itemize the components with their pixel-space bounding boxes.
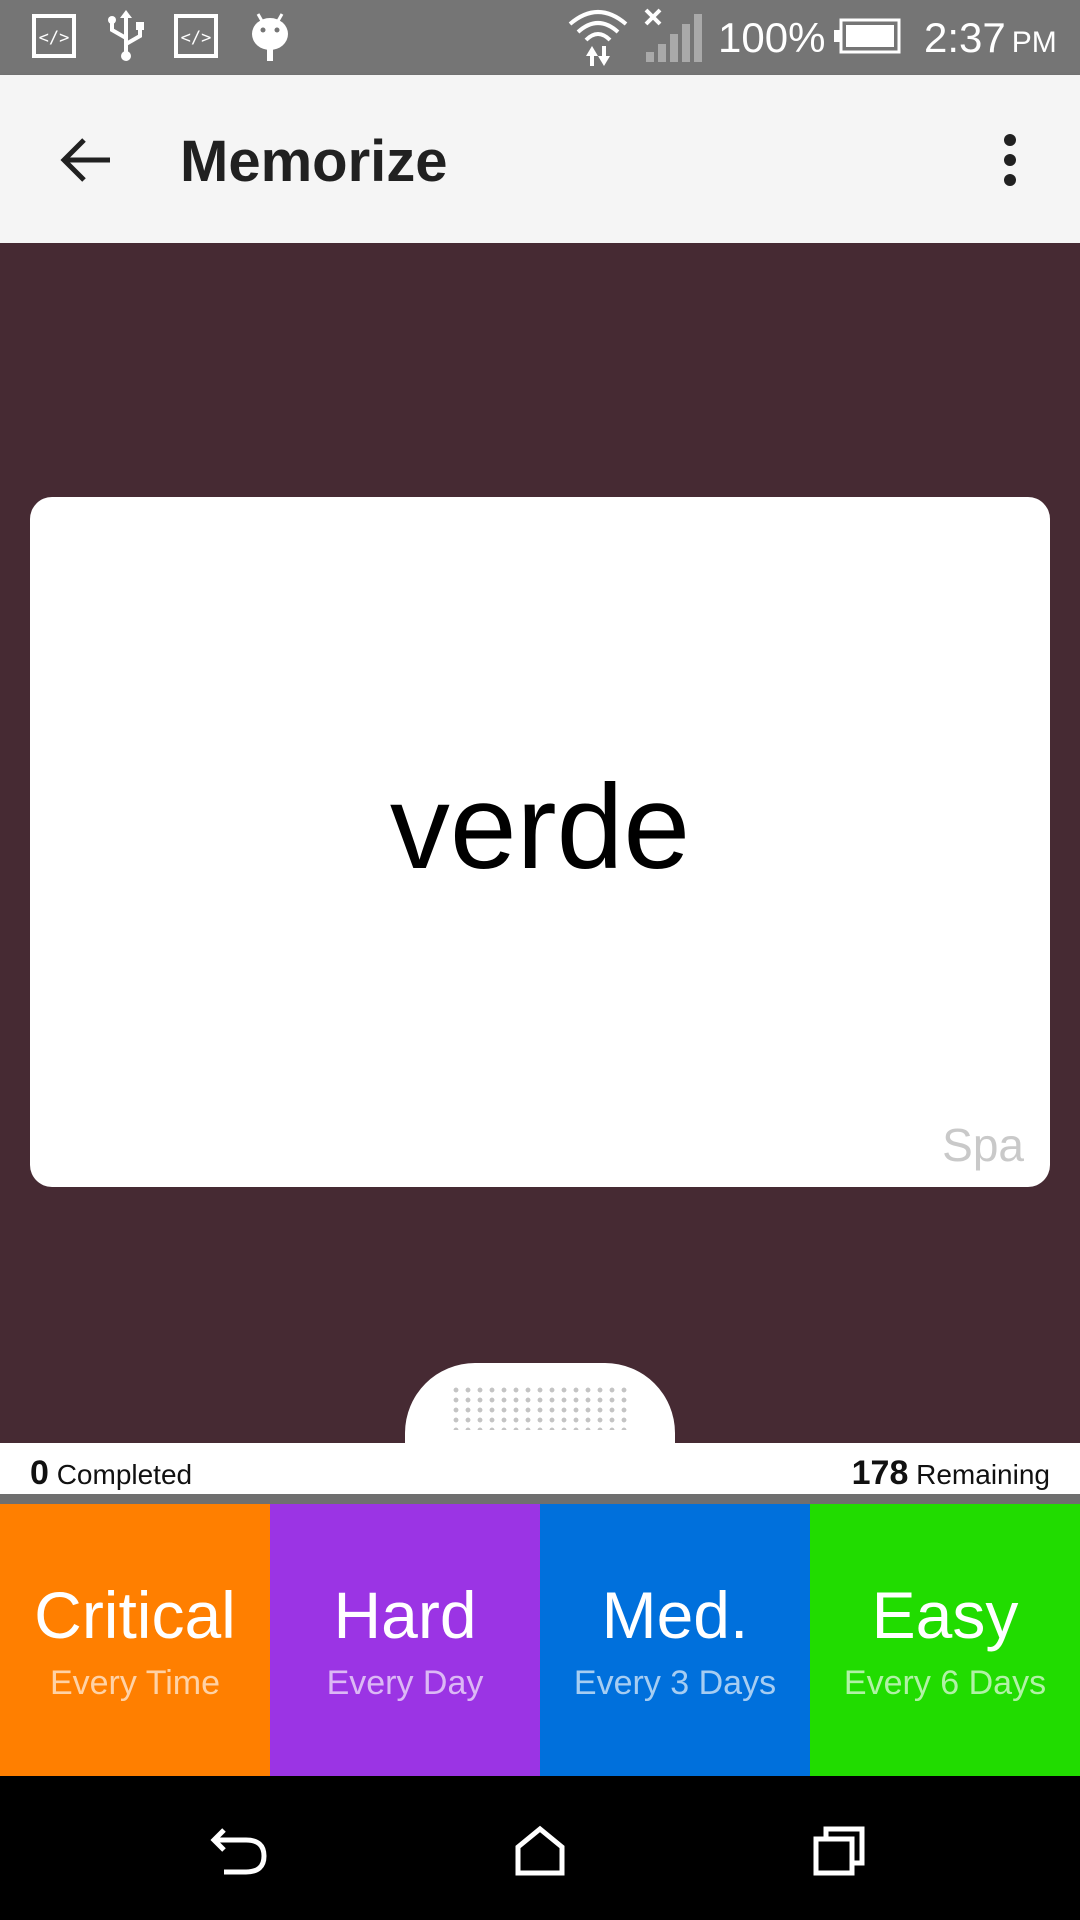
critical-label: Critical [34, 1578, 236, 1652]
completed-number: 0 [30, 1454, 49, 1492]
hard-frequency: Every Day [326, 1664, 484, 1702]
svg-text:</>: </> [39, 28, 70, 48]
medium-frequency: Every 3 Days [573, 1664, 777, 1702]
recents-icon [813, 1826, 865, 1876]
critical-button[interactable]: Critical Every Time [0, 1504, 270, 1776]
status-bar: </> </> 100% 2:37 PM [0, 0, 1080, 75]
hard-button[interactable]: Hard Every Day [270, 1504, 540, 1776]
hard-label: Hard [333, 1578, 477, 1652]
rating-buttons: Critical Every Time Hard Every Day Med. … [0, 1504, 1080, 1776]
more-options-button[interactable] [980, 125, 1040, 195]
grip-dots-icon [450, 1385, 630, 1430]
easy-label: Easy [871, 1578, 1019, 1652]
completed-label: Completed [48, 1459, 193, 1490]
flashcard-word: verde [389, 760, 691, 894]
battery-percent: 100% [718, 14, 826, 61]
easy-frequency: Every 6 Days [843, 1664, 1047, 1702]
more-vert-icon [1004, 134, 1016, 186]
arrow-left-icon [60, 138, 110, 182]
nav-home-button[interactable] [505, 1816, 575, 1886]
remaining-count: 178 Remaining [852, 1455, 1050, 1493]
code-icon: </> [30, 10, 78, 62]
medium-label: Med. [601, 1578, 749, 1652]
battery-icon [832, 10, 902, 62]
critical-frequency: Every Time [49, 1664, 221, 1702]
home-icon [515, 1825, 565, 1876]
svg-text:</>: </> [181, 28, 212, 48]
nav-recents-button[interactable] [805, 1816, 875, 1886]
nav-back-button[interactable] [205, 1816, 275, 1886]
back-button[interactable] [50, 125, 120, 195]
completed-count: 0 Completed [30, 1455, 192, 1493]
easy-button[interactable]: Easy Every 6 Days [810, 1504, 1080, 1776]
back-icon [210, 1828, 267, 1875]
usb-icon [100, 10, 152, 62]
navigation-bar [0, 1776, 1080, 1920]
app-bar: Memorize [0, 75, 1080, 243]
clock-time: 2:37 [924, 14, 1006, 61]
flashcard-area: verde Spa [0, 243, 1080, 1443]
medium-button[interactable]: Med. Every 3 Days [540, 1504, 810, 1776]
flashcard[interactable]: verde Spa [30, 497, 1050, 1187]
remaining-label: Remaining [908, 1459, 1050, 1490]
remaining-number: 178 [851, 1454, 909, 1492]
android-icon [246, 10, 294, 62]
signal-icon [642, 8, 704, 62]
flashcard-language: Spa [942, 1119, 1024, 1171]
progress-track [0, 1494, 1080, 1504]
drag-handle[interactable] [405, 1363, 675, 1447]
wifi-icon [566, 10, 630, 66]
page-title: Memorize [180, 129, 448, 194]
code-icon: </> [172, 10, 220, 62]
clock-ampm: PM [1011, 26, 1057, 59]
